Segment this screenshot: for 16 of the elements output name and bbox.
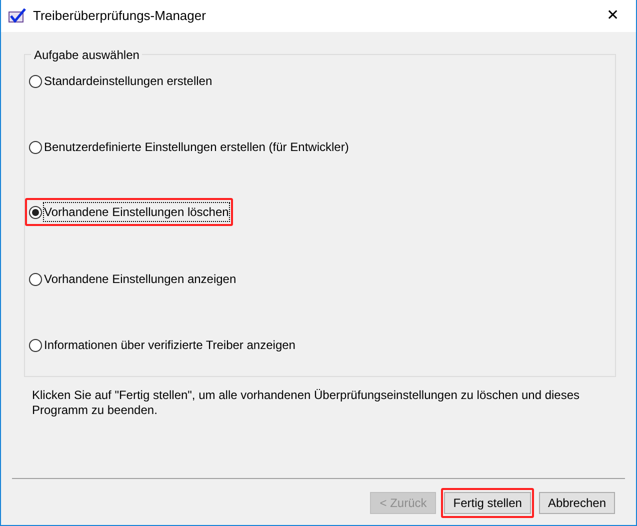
radio-button[interactable]	[29, 338, 42, 352]
dialog-button[interactable]: Fertig stellen	[444, 492, 531, 514]
radio-button[interactable]	[29, 74, 42, 88]
radio-label[interactable]: Informationen über verifizierte Treiber anzeigen	[44, 336, 296, 354]
radio-label[interactable]: Vorhandene Einstellungen löschen	[44, 203, 229, 221]
radio-label[interactable]: Vorhandene Einstellungen anzeigen	[44, 270, 236, 288]
radio-button[interactable]	[29, 140, 42, 154]
radio-label[interactable]: Benutzerdefinierte Einstellungen erstellen (für Entwickler)	[44, 138, 349, 156]
close-button[interactable]: ✕	[590, 0, 636, 32]
dialog-button[interactable]: Abbrechen	[538, 492, 615, 514]
radio-label[interactable]: Standardeinstellungen erstellen	[44, 72, 212, 90]
window-title: Treiberüberprüfungs-Manager	[33, 7, 206, 26]
checklist-icon	[8, 8, 26, 24]
radio-button[interactable]	[29, 206, 42, 218]
radio-button[interactable]	[29, 272, 42, 286]
description-text: Klicken Sie auf "Fertig stellen", um alle vorhandenen Überprüfungseinstellungen zu löschen und dieses Programm zu beenden.	[32, 388, 581, 418]
